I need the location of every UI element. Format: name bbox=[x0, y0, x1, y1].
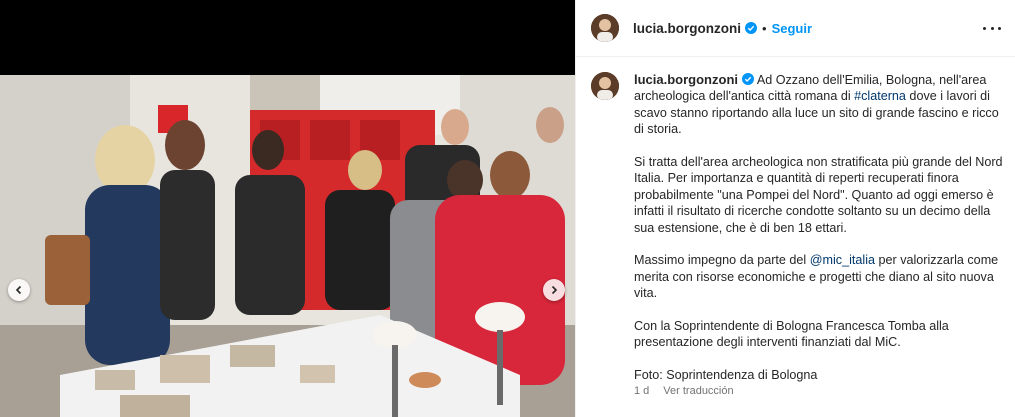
chevron-right-icon bbox=[551, 285, 558, 295]
caption-paragraph-2: Si tratta dell'area archeologica non str… bbox=[634, 155, 1003, 235]
hashtag-link[interactable]: #claterna bbox=[854, 89, 906, 103]
caption-username-link[interactable]: lucia.borgonzoni bbox=[634, 72, 738, 87]
caption-paragraph-3: Massimo impegno da parte del @mic_italia… bbox=[634, 252, 1006, 301]
follow-button[interactable]: Seguir bbox=[772, 21, 812, 36]
chevron-left-icon bbox=[15, 285, 22, 295]
avatar-image bbox=[591, 14, 619, 42]
post-header: lucia.borgonzoni • Seguir bbox=[576, 0, 1015, 57]
photo-illustration bbox=[0, 75, 575, 417]
post-photo[interactable] bbox=[0, 75, 575, 417]
caption-meta: 1 d Ver traducción bbox=[634, 385, 734, 397]
caption-paragraph-4: Con la Soprintendente di Bologna Frances… bbox=[634, 319, 949, 350]
avatar[interactable] bbox=[591, 14, 619, 42]
more-options-icon[interactable] bbox=[980, 20, 1004, 36]
verified-badge-icon bbox=[745, 22, 757, 34]
post-sidebar: lucia.borgonzoni • Seguir lucia.borgonzo… bbox=[575, 0, 1015, 417]
avatar[interactable] bbox=[591, 72, 619, 100]
caption-text: lucia.borgonzoni Ad Ozzano dell'Emilia, … bbox=[634, 72, 1006, 384]
carousel-prev-button[interactable] bbox=[8, 279, 30, 301]
verified-badge-icon bbox=[742, 73, 754, 85]
mention-link[interactable]: @mic_italia bbox=[810, 253, 875, 267]
translate-link[interactable]: Ver traducción bbox=[663, 385, 733, 397]
timestamp[interactable]: 1 d bbox=[634, 385, 649, 397]
caption-paragraph-5: Foto: Soprintendenza di Bologna bbox=[634, 368, 818, 383]
separator-dot: • bbox=[762, 20, 767, 36]
avatar-image bbox=[591, 72, 619, 100]
caption-text-segment: Massimo impegno da parte del bbox=[634, 253, 810, 268]
caption-paragraph-1: lucia.borgonzoni Ad Ozzano dell'Emilia, … bbox=[634, 72, 1006, 138]
username-link[interactable]: lucia.borgonzoni bbox=[633, 21, 741, 36]
carousel-next-button[interactable] bbox=[543, 279, 565, 301]
post-media bbox=[0, 0, 575, 417]
post-caption: lucia.borgonzoni Ad Ozzano dell'Emilia, … bbox=[591, 72, 1006, 400]
